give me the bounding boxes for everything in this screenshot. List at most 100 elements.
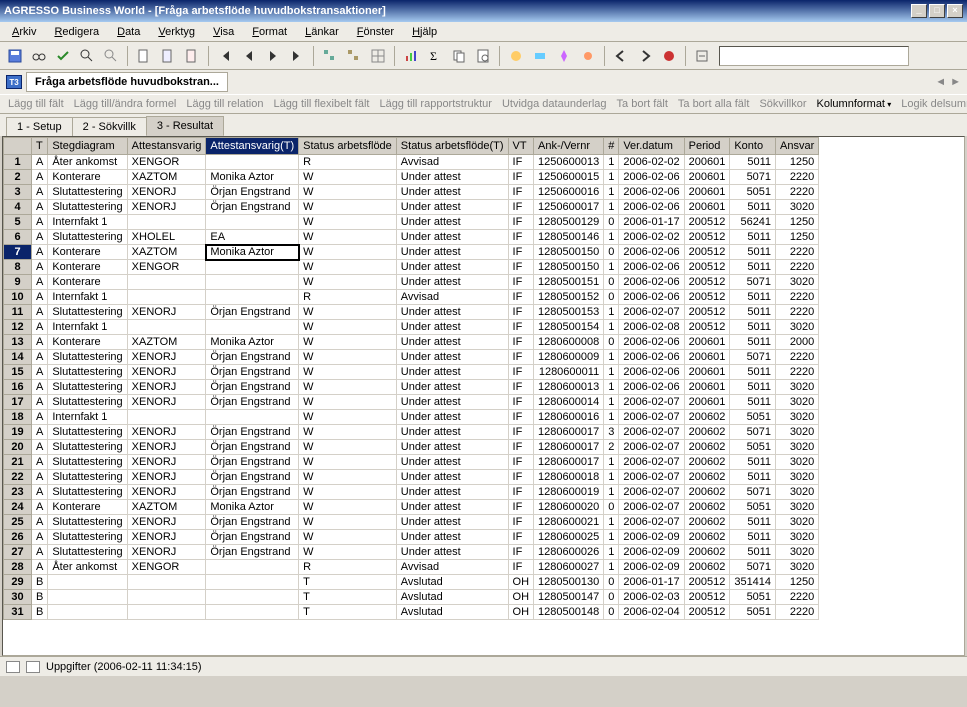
tree2-icon[interactable]	[343, 45, 365, 67]
table-row[interactable]: 3ASlutattesteringXENORJÖrjan EngstrandWU…	[4, 185, 819, 200]
crumb-next-icon[interactable]: ►	[950, 76, 961, 88]
row-header[interactable]: 4	[4, 200, 32, 215]
grid-icon[interactable]	[367, 45, 389, 67]
table-row[interactable]: 21ASlutattesteringXENORJÖrjan EngstrandW…	[4, 455, 819, 470]
table-row[interactable]: 26ASlutattesteringXENORJÖrjan EngstrandW…	[4, 530, 819, 545]
col-header[interactable]: Status arbetsflöde	[299, 138, 397, 155]
back-icon[interactable]	[610, 45, 632, 67]
result-grid[interactable]: TStegdiagramAttestansvarigAttestansvarig…	[2, 136, 965, 656]
link-3[interactable]: Lägg till flexibelt fält	[273, 98, 369, 110]
table-row[interactable]: 28AÅter ankomstXENGORRAvvisadIF128060002…	[4, 560, 819, 575]
row-header[interactable]: 16	[4, 380, 32, 395]
corner-cell[interactable]	[4, 138, 32, 155]
table-row[interactable]: 17ASlutattesteringXENORJÖrjan EngstrandW…	[4, 395, 819, 410]
row-header[interactable]: 2	[4, 170, 32, 185]
row-header[interactable]: 12	[4, 320, 32, 335]
table-row[interactable]: 24AKonterareXAZTOMMonika AztorWUnder att…	[4, 500, 819, 515]
row-header[interactable]: 23	[4, 485, 32, 500]
row-header[interactable]: 28	[4, 560, 32, 575]
col-header[interactable]: Status arbetsflöde(T)	[396, 138, 508, 155]
col-header[interactable]: Ver.datum	[619, 138, 684, 155]
table-row[interactable]: 6ASlutattesteringXHOLELEAWUnder attestIF…	[4, 230, 819, 245]
table-row[interactable]: 19ASlutattesteringXENORJÖrjan EngstrandW…	[4, 425, 819, 440]
table-row[interactable]: 23ASlutattesteringXENORJÖrjan EngstrandW…	[4, 485, 819, 500]
menu-data[interactable]: Data	[109, 24, 148, 40]
table-row[interactable]: 22ASlutattesteringXENORJÖrjan EngstrandW…	[4, 470, 819, 485]
col-header[interactable]: VT	[508, 138, 534, 155]
row-header[interactable]: 11	[4, 305, 32, 320]
doc2-icon[interactable]	[157, 45, 179, 67]
col-header[interactable]: Period	[684, 138, 730, 155]
tool3-icon[interactable]	[553, 45, 575, 67]
table-row[interactable]: 20ASlutattesteringXENORJÖrjan EngstrandW…	[4, 440, 819, 455]
first-icon[interactable]	[214, 45, 236, 67]
binoculars-icon[interactable]	[28, 45, 50, 67]
table-row[interactable]: 7AKonterareXAZTOMMonika AztorWUnder atte…	[4, 245, 819, 260]
stop-icon[interactable]	[658, 45, 680, 67]
zoom-icon[interactable]	[76, 45, 98, 67]
row-header[interactable]: 3	[4, 185, 32, 200]
table-row[interactable]: 29BTAvslutadOH128050013002006-01-1720051…	[4, 575, 819, 590]
col-header[interactable]: Ansvar	[776, 138, 819, 155]
doc1-icon[interactable]	[133, 45, 155, 67]
sigma-icon[interactable]: Σ	[424, 45, 446, 67]
link-2[interactable]: Lägg till relation	[186, 98, 263, 110]
breadcrumb-label[interactable]: Fråga arbetsflöde huvudbokstran...	[26, 72, 228, 92]
link-5[interactable]: Utvidga dataunderlag	[502, 98, 607, 110]
table-row[interactable]: 5AInternfakt 1WUnder attestIF12805001290…	[4, 215, 819, 230]
table-row[interactable]: 31BTAvslutadOH128050014802006-02-0420051…	[4, 605, 819, 620]
close-button[interactable]: ×	[947, 4, 963, 18]
row-header[interactable]: 21	[4, 455, 32, 470]
status-icon-1[interactable]	[6, 661, 20, 673]
menu-redigera[interactable]: Redigera	[46, 24, 107, 40]
row-header[interactable]: 7	[4, 245, 32, 260]
col-header[interactable]: Ank-/Vernr	[534, 138, 604, 155]
save-icon[interactable]	[4, 45, 26, 67]
tab-2[interactable]: 3 - Resultat	[146, 116, 224, 136]
table-row[interactable]: 12AInternfakt 1WUnder attestIF1280500154…	[4, 320, 819, 335]
table-row[interactable]: 13AKonterareXAZTOMMonika AztorWUnder att…	[4, 335, 819, 350]
row-header[interactable]: 24	[4, 500, 32, 515]
copy-icon[interactable]	[448, 45, 470, 67]
table-row[interactable]: 1AÅter ankomstXENGORRAvvisadIF1250600013…	[4, 155, 819, 170]
table-row[interactable]: 16ASlutattesteringXENORJÖrjan EngstrandW…	[4, 380, 819, 395]
last-icon[interactable]	[286, 45, 308, 67]
doc3-icon[interactable]	[181, 45, 203, 67]
table-row[interactable]: 30BTAvslutadOH128050014702006-02-0320051…	[4, 590, 819, 605]
status-icon-2[interactable]	[26, 661, 40, 673]
maximize-button[interactable]: □	[929, 4, 945, 18]
row-header[interactable]: 30	[4, 590, 32, 605]
row-header[interactable]: 5	[4, 215, 32, 230]
minimize-button[interactable]: _	[911, 4, 927, 18]
row-header[interactable]: 31	[4, 605, 32, 620]
table-row[interactable]: 15ASlutattesteringXENORJÖrjan EngstrandW…	[4, 365, 819, 380]
col-header[interactable]: #	[604, 138, 619, 155]
table-row[interactable]: 14ASlutattesteringXENORJÖrjan EngstrandW…	[4, 350, 819, 365]
row-header[interactable]: 20	[4, 440, 32, 455]
col-header[interactable]: Konto	[730, 138, 776, 155]
check-icon[interactable]	[52, 45, 74, 67]
menu-länkar[interactable]: Länkar	[297, 24, 347, 40]
menu-hjälp[interactable]: Hjälp	[404, 24, 445, 40]
link-1[interactable]: Lägg till/ändra formel	[74, 98, 177, 110]
row-header[interactable]: 27	[4, 545, 32, 560]
menu-fönster[interactable]: Fönster	[349, 24, 402, 40]
tree1-icon[interactable]	[319, 45, 341, 67]
row-header[interactable]: 8	[4, 260, 32, 275]
row-header[interactable]: 6	[4, 230, 32, 245]
tab-1[interactable]: 2 - Sökvillk	[72, 117, 147, 136]
row-header[interactable]: 25	[4, 515, 32, 530]
collapse-icon[interactable]	[691, 45, 713, 67]
link-8[interactable]: Sökvillkor	[759, 98, 806, 110]
preview-icon[interactable]	[472, 45, 494, 67]
row-header[interactable]: 14	[4, 350, 32, 365]
tool4-icon[interactable]	[577, 45, 599, 67]
link-10[interactable]: Logik delsumma	[901, 98, 967, 110]
tool2-icon[interactable]	[529, 45, 551, 67]
row-header[interactable]: 19	[4, 425, 32, 440]
table-row[interactable]: 27ASlutattesteringXENORJÖrjan EngstrandW…	[4, 545, 819, 560]
row-header[interactable]: 29	[4, 575, 32, 590]
toolbar-combo[interactable]	[719, 46, 909, 66]
table-row[interactable]: 10AInternfakt 1RAvvisadIF128050015202006…	[4, 290, 819, 305]
row-header[interactable]: 9	[4, 275, 32, 290]
